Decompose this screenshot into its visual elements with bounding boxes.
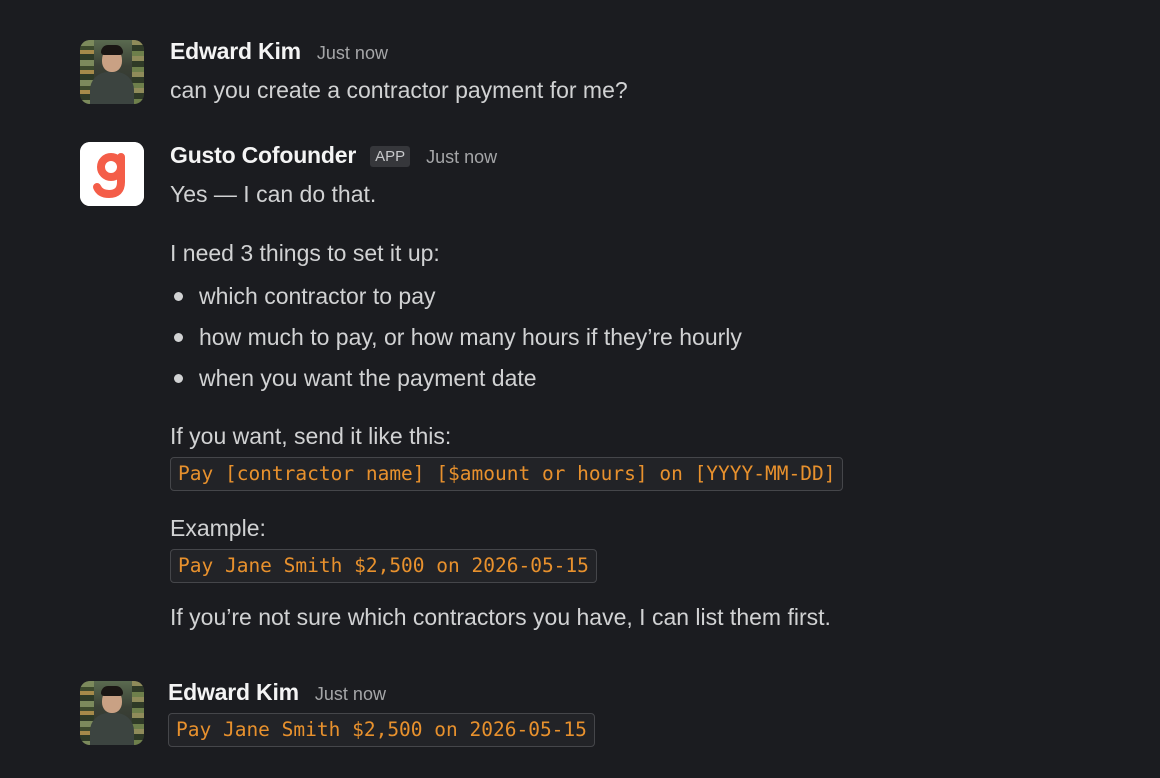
- message-timestamp[interactable]: Just now: [317, 43, 388, 64]
- app-avatar[interactable]: [80, 142, 144, 206]
- sender-name[interactable]: Edward Kim: [170, 38, 301, 65]
- app-badge: APP: [370, 146, 411, 167]
- bullet-icon: [174, 374, 183, 383]
- list-item: how much to pay, or how many hours if th…: [170, 321, 1070, 362]
- message-closing: If you’re not sure which contractors you…: [170, 604, 831, 630]
- message-text: can you create a contractor payment for …: [170, 77, 628, 103]
- example-code-block: Pay Jane Smith $2,500 on 2026-05-15: [170, 549, 597, 583]
- list-item: which contractor to pay: [170, 280, 1070, 321]
- message-code-block: Pay Jane Smith $2,500 on 2026-05-15: [168, 713, 595, 747]
- list-item: when you want the payment date: [170, 362, 1070, 403]
- example-label: Example:: [170, 515, 266, 541]
- message-intro: Yes — I can do that.: [170, 181, 377, 207]
- format-label: If you want, send it like this:: [170, 423, 452, 449]
- requirements-list: which contractor to pay how much to pay,…: [170, 280, 1070, 403]
- gusto-logo-icon: [80, 142, 144, 206]
- message-timestamp[interactable]: Just now: [315, 684, 386, 705]
- bullet-icon: [174, 333, 183, 342]
- bullet-icon: [174, 292, 183, 301]
- message-timestamp[interactable]: Just now: [426, 147, 497, 168]
- sender-name[interactable]: Edward Kim: [168, 679, 299, 706]
- user-avatar[interactable]: [80, 681, 144, 745]
- message-needs: I need 3 things to set it up:: [170, 240, 440, 266]
- sender-name[interactable]: Gusto Cofounder: [170, 142, 356, 169]
- format-code-block: Pay [contractor name] [$amount or hours]…: [170, 457, 844, 491]
- user-avatar[interactable]: [80, 40, 144, 104]
